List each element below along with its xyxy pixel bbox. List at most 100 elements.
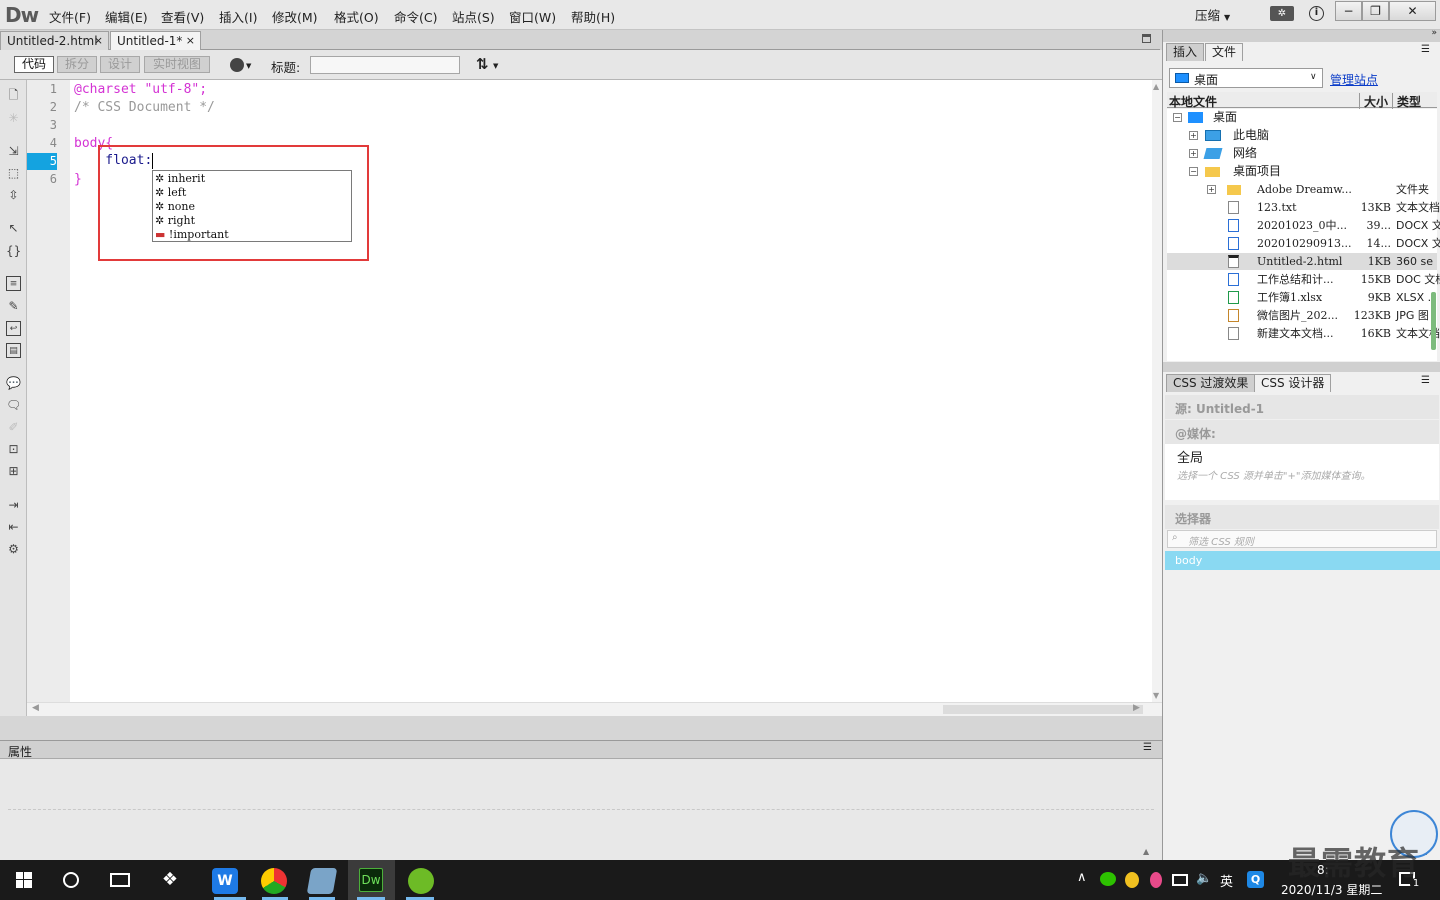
recent-snippets-icon[interactable]: ⊡ [6,442,21,457]
scroll-thumb[interactable] [943,705,1143,714]
selector-item-body[interactable]: body [1165,551,1440,570]
close-tab-icon[interactable]: × [94,32,103,50]
tab-css-transitions[interactable]: CSS 过渡效果 [1166,374,1256,392]
panel-collapse-bar[interactable] [1163,362,1440,372]
info-icon[interactable]: i [1309,6,1324,21]
show-code-navigator-icon[interactable]: ✳ [6,111,21,126]
wps-icon[interactable]: W [212,868,238,894]
view-split-button[interactable]: 拆分 [57,56,97,73]
tree-item-network[interactable]: + 网络 [1167,145,1437,162]
tree-item-file[interactable]: 202010290913... 14... DOCX 文 [1167,235,1440,252]
restore-doc-icon[interactable] [1142,34,1151,43]
menu-site[interactable]: 站点(S) [452,7,495,26]
tree-item-file[interactable]: 微信图片_202... 123KB JPG 图 [1167,307,1437,324]
scroll-down-icon[interactable]: ▼ [1153,691,1159,700]
collapse-node-icon[interactable]: − [1173,113,1182,122]
chrome-icon[interactable] [261,868,287,894]
tree-item-file[interactable]: 123.txt 13KB 文本文档 [1167,199,1440,216]
restore-button[interactable]: ❐ [1362,1,1389,21]
start-button[interactable] [16,872,32,888]
tree-item-file[interactable]: 工作簿1.xlsx 9KB XLSX . [1167,289,1437,306]
tree-item-desktop-project[interactable]: − 桌面项目 [1167,163,1437,180]
balance-braces-icon[interactable]: {} [6,244,21,259]
word-wrap-icon[interactable]: ↩ [6,321,21,336]
app-icon[interactable]: ❖ [160,870,180,890]
collapse-node-icon[interactable]: − [1189,167,1198,176]
wrap-tag-icon[interactable]: ✐ [6,420,21,435]
css-source-section[interactable]: 源: Untitled-1 [1165,395,1439,419]
menu-file[interactable]: 文件(F) [49,7,91,26]
line-numbers-icon[interactable]: ≡ [6,276,21,291]
column-size[interactable]: 大小 [1359,93,1388,110]
tree-item-file[interactable]: 工作总结和计... 15KB DOC 文档 [1167,271,1440,288]
tab-untitled-2[interactable]: Untitled-2.html × [0,31,109,50]
outdent-code-icon[interactable]: ⇤ [6,520,21,535]
wechat-icon[interactable] [1100,872,1116,886]
menu-view[interactable]: 查看(V) [161,7,204,26]
tab-untitled-1[interactable]: Untitled-1* × [110,31,201,50]
file-list-scrollbar[interactable] [1431,292,1436,350]
chevron-up-icon[interactable]: ∧ [1077,870,1087,885]
tree-item-file[interactable]: 20201023_0中... 39... DOCX 文 [1167,217,1440,234]
minimize-button[interactable]: − [1335,1,1362,21]
column-local-files[interactable]: 本地文件 [1169,93,1217,110]
menu-modify[interactable]: 修改(M) [272,7,318,26]
sync-settings-icon[interactable]: ✲ [1270,6,1294,21]
view-live-button[interactable]: 实时视图 [144,56,210,73]
tree-item-file[interactable]: 新建文本文档... 16KB 文本文档 [1167,325,1440,342]
close-button[interactable]: ✕ [1389,1,1436,21]
format-source-icon[interactable]: ⚙ [6,542,21,557]
chevron-down-icon[interactable]: ▼ [493,62,498,70]
menu-commands[interactable]: 命令(C) [394,7,437,26]
panel-menu-icon[interactable]: ☰ [1143,742,1152,753]
panel-menu-icon[interactable]: ☰ [1421,375,1430,386]
location-select[interactable]: 桌面 ∨ [1169,68,1323,88]
manage-site-link[interactable]: 管理站点 [1330,71,1378,88]
collapse-icon[interactable]: » [1431,28,1437,38]
tab-css-designer[interactable]: CSS 设计器 [1254,374,1332,392]
qq-browser-icon[interactable]: Q [1247,871,1264,888]
select-parent-tag-icon[interactable]: ↖ [6,221,21,236]
menu-insert[interactable]: 插入(I) [219,7,257,26]
indent-code-icon[interactable]: ⇥ [6,498,21,513]
tree-item-adobe-folder[interactable]: + Adobe Dreamw... 文件夹 [1167,181,1437,198]
expand-icon[interactable]: ▲ [1143,847,1149,856]
column-type[interactable]: 类型 [1392,93,1421,110]
css-media-section[interactable]: @媒体: [1165,420,1439,444]
task-view-icon[interactable] [110,873,130,887]
css-selectors-section[interactable]: 选择器 [1165,505,1439,529]
collapse-selection-icon[interactable]: ⬚ [6,166,21,181]
scroll-up-icon[interactable]: ▲ [1153,82,1159,91]
open-documents-icon[interactable]: 🗋 [6,88,21,103]
file-management-icon[interactable]: ⇅ [476,55,489,73]
menu-edit[interactable]: 编辑(E) [105,7,148,26]
tab-insert[interactable]: 插入 [1166,43,1205,61]
ime-indicator[interactable]: 英 [1220,871,1233,890]
notepad-icon[interactable] [306,868,338,894]
apply-comment-icon[interactable]: 💬 [6,376,21,391]
scroll-left-icon[interactable]: ◀ [32,703,39,713]
expand-node-icon[interactable]: + [1189,131,1198,140]
menu-window[interactable]: 窗口(W) [509,7,556,26]
panel-collapse-bar[interactable]: » [1163,28,1440,42]
move-css-icon[interactable]: ⊞ [6,464,21,479]
view-code-button[interactable]: 代码 [14,56,54,73]
view-design-button[interactable]: 设计 [100,56,140,73]
menu-help[interactable]: 帮助(H) [571,7,615,26]
vertical-scrollbar[interactable]: ▲ ▼ [1152,80,1162,702]
collapse-tag-icon[interactable]: ⇲ [6,144,21,159]
highlight-invalid-code-icon[interactable]: ✎ [6,299,21,314]
tree-item-file-selected[interactable]: Untitled-2.html 1KB 360 se [1167,253,1437,270]
expand-node-icon[interactable]: + [1189,149,1198,158]
expand-node-icon[interactable]: + [1207,185,1216,194]
tree-item-desktop[interactable]: − 桌面 [1167,109,1437,126]
tree-item-this-pc[interactable]: + 此电脑 [1167,127,1437,144]
chevron-down-icon[interactable]: ▼ [246,62,251,70]
remove-comment-icon[interactable]: 🗨 [6,398,21,413]
tab-files[interactable]: 文件 [1205,43,1244,61]
media-global-item[interactable]: 全局 [1177,447,1203,466]
workspace-switcher[interactable]: 压缩 ▼ [1195,5,1230,24]
scroll-right-icon[interactable]: ▶ [1133,703,1140,713]
horizontal-scrollbar[interactable]: ◀ ▶ [27,702,1162,716]
volume-icon[interactable]: 🔈 [1196,871,1212,886]
